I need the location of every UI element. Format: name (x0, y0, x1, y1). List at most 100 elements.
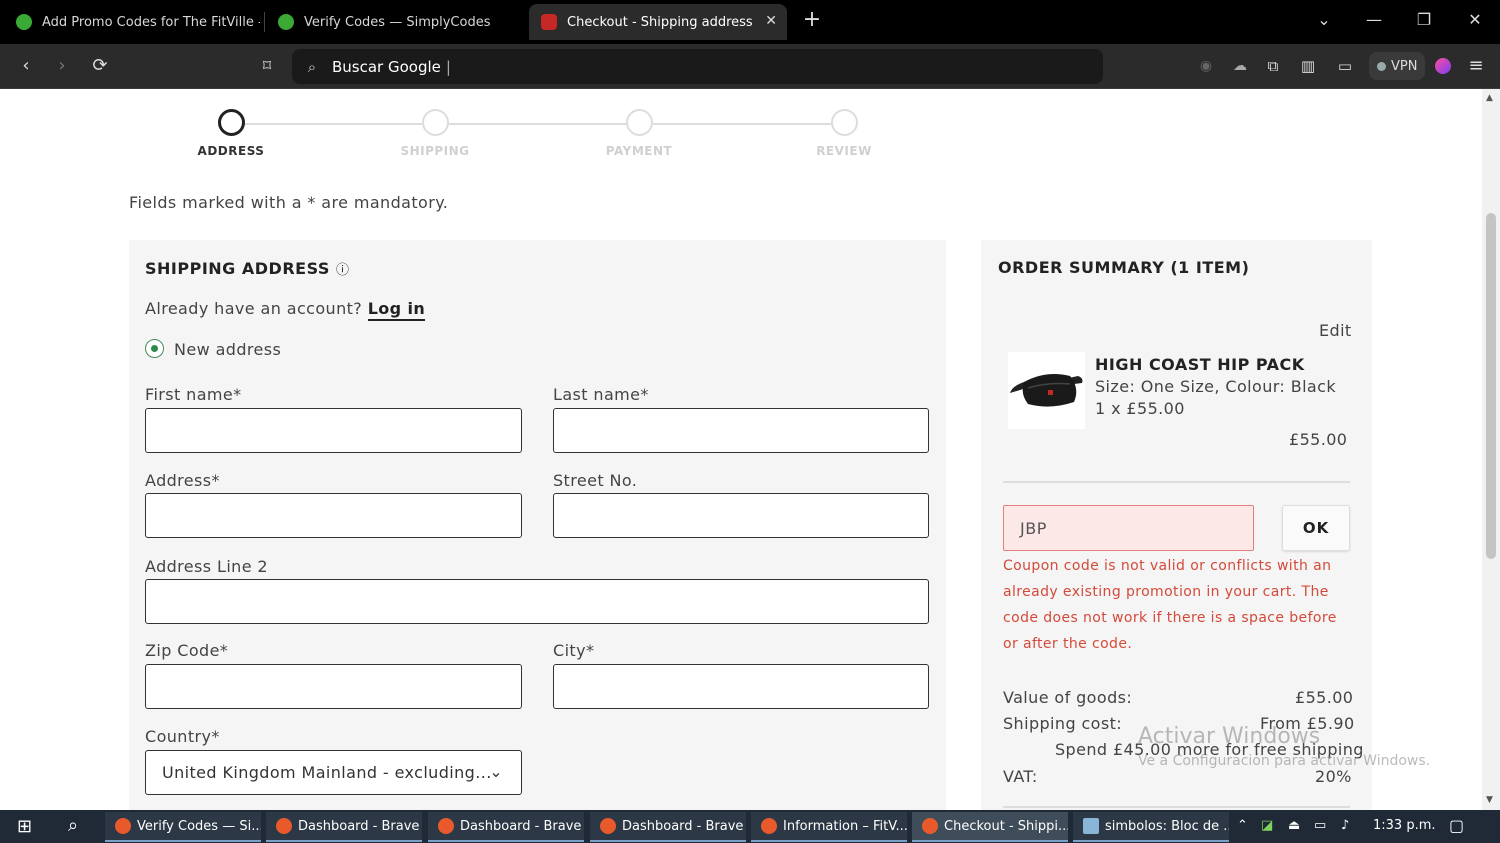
apply-coupon-button[interactable]: OK (1282, 505, 1350, 551)
vpn-button[interactable]: VPN (1369, 52, 1426, 80)
close-window-icon[interactable]: ✕ (1463, 10, 1487, 29)
step-payment-label: PAYMENT (605, 144, 673, 158)
start-grid-icon[interactable]: ⊞ (17, 816, 32, 837)
street-no-label: Street No. (553, 471, 638, 490)
activation-watermark-subtitle: Ve a Configuración para activar Windows. (1138, 753, 1431, 769)
step-payment-circle (625, 109, 653, 136)
coupon-input[interactable]: JBP (1003, 505, 1254, 551)
tab-checkout[interactable]: Checkout - Shipping address ✕ (529, 4, 787, 40)
tab-list-chevron-icon[interactable]: ⌄ (1312, 10, 1336, 29)
order-summary-heading: ORDER SUMMARY (1 ITEM) (998, 258, 1250, 277)
coupon-error-message: Coupon code is not valid or conflicts wi… (1003, 558, 1337, 652)
extensions-icon[interactable]: ⧉ (1261, 54, 1285, 78)
close-tab-icon[interactable]: ✕ (765, 13, 777, 29)
scroll-up-icon[interactable]: ▲ (1486, 93, 1493, 103)
first-name-field[interactable] (145, 408, 522, 453)
taskbar-item-title: Information – FitV... (783, 818, 907, 834)
tray-chevron-up-icon[interactable]: ⌃ (1237, 818, 1248, 833)
tray-app-icon[interactable]: ◪ (1261, 818, 1273, 833)
taskbar-item-information[interactable]: Information – FitV... (751, 812, 907, 842)
mandatory-note: Fields marked with a * are mandatory. (129, 193, 449, 212)
product-quantity: 1 x £55.00 (1095, 399, 1185, 418)
new-address-radio[interactable] (145, 339, 164, 358)
browser-toolbar: ‹ › ⟳ ⌑ ⌕ Buscar Google | ◉ ☁ ⧉ ▥ ▭ VPN … (0, 44, 1500, 89)
clock[interactable]: 1:33 p.m. (1373, 818, 1436, 833)
product-attributes: Size: One Size, Colour: Black (1095, 377, 1336, 396)
vpn-label: VPN (1391, 58, 1418, 74)
tab-title: Verify Codes — SimplyCodes (304, 14, 491, 30)
address-text: Buscar Google (332, 57, 441, 76)
taskbar-item-checkout[interactable]: Checkout - Shippi... (912, 812, 1068, 842)
menu-icon[interactable]: ≡ (1464, 54, 1488, 78)
summary-divider (1003, 481, 1350, 483)
taskbar-item-title: simbolos: Bloc de ... (1105, 818, 1229, 834)
scroll-down-icon[interactable]: ▼ (1486, 795, 1493, 805)
search-icon[interactable]: ⌕ (68, 815, 78, 836)
zip-code-field[interactable] (145, 664, 522, 709)
street-no-field[interactable] (553, 493, 929, 538)
account-prompt: Already have an account? Log in (145, 299, 426, 321)
info-icon[interactable]: ⓘ (336, 263, 350, 278)
scroll-thumb[interactable] (1486, 213, 1496, 559)
tab-title: Checkout - Shipping address (567, 14, 753, 30)
sidebar-icon[interactable]: ▥ (1296, 54, 1320, 78)
taskbar-item-title: Verify Codes — Si... (137, 818, 261, 834)
vpn-status-icon (1377, 61, 1386, 71)
taskbar-item-dashboard-3[interactable]: Dashboard - Brave (590, 812, 746, 842)
leo-ai-icon[interactable]: ◉ (1194, 54, 1218, 78)
volume-icon[interactable]: ♪ (1341, 818, 1349, 833)
tab-promo-codes[interactable]: Add Promo Codes for The FitVille — (4, 4, 260, 40)
product-image (1008, 352, 1085, 429)
address-label: Address* (145, 471, 220, 490)
tab-title: Add Promo Codes for The FitVille — (42, 14, 260, 30)
taskbar-item-dashboard-1[interactable]: Dashboard - Brave (266, 812, 422, 842)
taskbar-item-notepad[interactable]: simbolos: Bloc de ... (1073, 812, 1229, 842)
shipping-heading-text: SHIPPING ADDRESS (145, 259, 330, 278)
step-payment: PAYMENT (579, 109, 699, 158)
brave-icon (438, 818, 454, 834)
address-line-2-field[interactable] (145, 579, 929, 624)
value-of-goods-label: Value of goods: (1003, 688, 1133, 707)
product-name: HIGH COAST HIP PACK (1095, 355, 1305, 374)
tray-usb-icon[interactable]: ⏏ (1288, 818, 1300, 833)
vat-amount: 20% (1315, 767, 1352, 786)
cloud-icon[interactable]: ☁ (1228, 54, 1252, 78)
edit-link[interactable]: Edit (1319, 321, 1352, 340)
step-shipping-label: SHIPPING (400, 144, 470, 158)
login-link[interactable]: Log in (367, 299, 426, 321)
notifications-icon[interactable]: ▢ (1449, 816, 1464, 835)
country-select[interactable]: United Kingdom Mainland - excluding... ⌄ (145, 750, 522, 795)
text-cursor: | (445, 57, 451, 76)
product-total: £55.00 (1289, 430, 1348, 449)
last-name-label: Last name* (553, 385, 649, 404)
tab-verify-codes[interactable]: Verify Codes — SimplyCodes (266, 4, 524, 40)
network-icon[interactable]: ▭ (1314, 818, 1326, 833)
minimize-icon[interactable]: — (1362, 10, 1386, 29)
city-field[interactable] (553, 664, 929, 709)
address-bar[interactable]: ⌕ Buscar Google | (292, 49, 1103, 84)
progress-line (243, 123, 843, 125)
taskbar-item-dashboard-2[interactable]: Dashboard - Brave (428, 812, 584, 842)
page-scrollbar[interactable]: ▲ ▼ (1482, 89, 1500, 810)
tab-divider (264, 12, 265, 32)
taskbar-item-verify-codes[interactable]: Verify Codes — Si... (105, 812, 261, 842)
reload-icon[interactable]: ⟳ (88, 54, 112, 78)
wallet-icon[interactable]: ▭ (1333, 54, 1357, 78)
search-icon: ⌕ (307, 57, 317, 76)
restore-icon[interactable]: ❐ (1412, 10, 1436, 29)
new-tab-icon[interactable]: + (800, 7, 824, 32)
shipping-heading: SHIPPING ADDRESS ⓘ (145, 259, 349, 278)
summary-bottom-divider (1003, 806, 1350, 808)
brave-icon (922, 818, 938, 834)
taskbar-item-title: Checkout - Shippi... (944, 818, 1068, 834)
rewards-icon[interactable] (1431, 54, 1455, 78)
simplycodes-favicon-icon (16, 14, 32, 30)
bookmark-icon[interactable]: ⌑ (255, 54, 279, 78)
forward-icon[interactable]: › (50, 54, 74, 78)
last-name-field[interactable] (553, 408, 929, 453)
back-icon[interactable]: ‹ (14, 54, 38, 78)
step-review: REVIEW (784, 109, 904, 158)
address-field[interactable] (145, 493, 522, 538)
step-review-label: REVIEW (816, 144, 872, 158)
brave-icon (600, 818, 616, 834)
